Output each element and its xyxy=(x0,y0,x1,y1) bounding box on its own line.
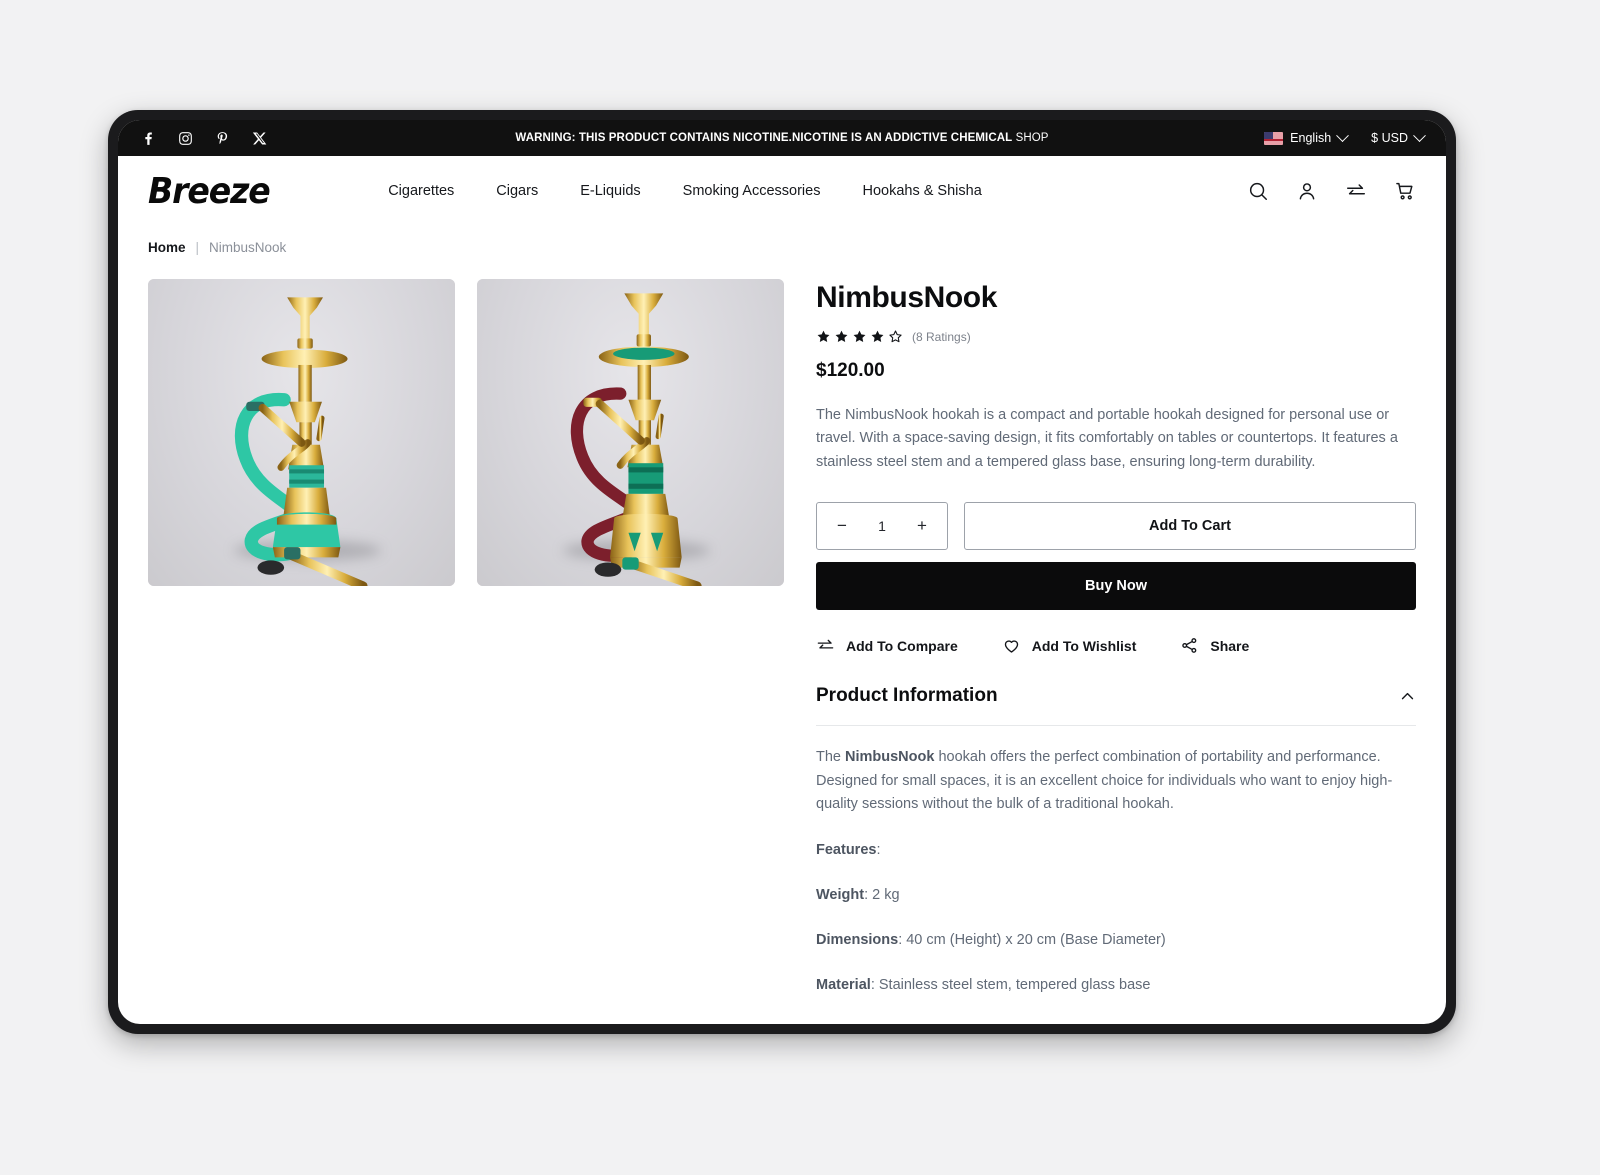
product-layout: NimbusNook (8 Ratings) $120.00 The Nimbu… xyxy=(118,255,1446,998)
site-header: Breeze Cigarettes Cigars E-Liquids Smoki… xyxy=(118,156,1446,226)
cart-icon[interactable] xyxy=(1394,180,1416,202)
add-to-wishlist-label: Add To Wishlist xyxy=(1031,637,1137,654)
product-image-2[interactable] xyxy=(477,279,784,586)
add-to-wishlist-button[interactable]: Add To Wishlist xyxy=(1002,636,1137,655)
rating-row: (8 Ratings) xyxy=(816,329,1416,344)
star-filled-icon xyxy=(852,329,867,344)
product-description: The NimbusNook hookah is a compact and p… xyxy=(816,407,1398,470)
announcement-bar: WARNING: THIS PRODUCT CONTAINS NICOTINE.… xyxy=(118,120,1446,156)
compare-icon xyxy=(816,636,835,655)
chevron-down-icon xyxy=(1413,128,1426,142)
main-nav: Cigarettes Cigars E-Liquids Smoking Acce… xyxy=(388,183,982,199)
spec-weight: Weight: 2 kg xyxy=(816,884,1416,907)
breadcrumb-home[interactable]: Home xyxy=(148,240,186,255)
product-information-accordion: Product Information The NimbusNook hooka… xyxy=(816,685,1416,997)
language-selector[interactable]: English xyxy=(1264,128,1350,145)
buy-now-button[interactable]: Buy Now xyxy=(816,562,1416,611)
spec-dimensions: Dimensions: 40 cm (Height) x 20 cm (Base… xyxy=(816,929,1416,952)
breadcrumb-separator: | xyxy=(195,240,200,255)
add-to-compare-label: Add To Compare xyxy=(846,637,958,654)
star-rating[interactable] xyxy=(816,329,903,344)
secondary-actions: Add To Compare Add To Wishlist Share xyxy=(816,636,1416,655)
facebook-icon[interactable] xyxy=(140,130,157,147)
nicotine-warning-bold: WARNING: THIS PRODUCT CONTAINS NICOTINE.… xyxy=(515,132,1013,144)
heart-icon xyxy=(1002,636,1021,655)
pinterest-icon[interactable] xyxy=(214,130,231,147)
spec-material-value: : Stainless steel stem, tempered glass b… xyxy=(870,977,1151,994)
info-product-name: NimbusNook xyxy=(845,749,935,766)
brand-logo[interactable]: Breeze xyxy=(148,171,271,212)
us-flag-icon xyxy=(1264,131,1284,145)
product-image-1[interactable] xyxy=(148,279,455,586)
accordion-title: Product Information xyxy=(816,685,998,707)
spec-features-value: : xyxy=(876,841,881,858)
hookah-green-illustration xyxy=(148,279,455,586)
compare-icon[interactable] xyxy=(1345,180,1367,202)
x-twitter-icon[interactable] xyxy=(251,130,268,147)
nav-item-hookahs-shisha[interactable]: Hookahs & Shisha xyxy=(862,183,981,199)
header-actions xyxy=(1247,180,1416,202)
breadcrumb-current: NimbusNook xyxy=(209,240,287,255)
quantity-increase-button[interactable]: + xyxy=(913,516,931,536)
add-to-cart-button[interactable]: Add To Cart xyxy=(964,502,1416,551)
share-icon xyxy=(1180,636,1199,655)
tablet-device-frame: WARNING: THIS PRODUCT CONTAINS NICOTINE.… xyxy=(108,110,1456,1034)
star-filled-icon xyxy=(834,329,849,344)
add-to-compare-button[interactable]: Add To Compare xyxy=(816,636,958,655)
locale-controls: English $ USD xyxy=(1264,128,1426,145)
product-gallery xyxy=(148,279,784,998)
spec-features-label: Features xyxy=(816,841,877,858)
page-title: NimbusNook xyxy=(816,281,998,314)
spec-weight-label: Weight xyxy=(816,887,865,904)
currency-label: $ USD xyxy=(1371,131,1408,145)
accordion-body: The NimbusNook hookah offers the perfect… xyxy=(816,725,1416,997)
spec-material: Material: Stainless steel stem, tempered… xyxy=(816,974,1416,997)
quantity-value[interactable]: 1 xyxy=(878,518,886,534)
instagram-icon[interactable] xyxy=(177,130,194,147)
share-button[interactable]: Share xyxy=(1180,636,1249,655)
star-empty-icon xyxy=(888,329,903,344)
search-icon[interactable] xyxy=(1247,180,1269,202)
nav-item-cigars[interactable]: Cigars xyxy=(496,183,538,199)
rating-count: (8 Ratings) xyxy=(912,329,971,344)
chevron-up-icon[interactable] xyxy=(1399,688,1416,705)
hookah-maroon-illustration xyxy=(477,279,784,586)
language-label: English xyxy=(1290,131,1332,145)
product-details: NimbusNook (8 Ratings) $120.00 The Nimbu… xyxy=(816,279,1416,998)
star-filled-icon xyxy=(870,329,885,344)
nicotine-warning: WARNING: THIS PRODUCT CONTAINS NICOTINE.… xyxy=(118,132,1446,144)
currency-selector[interactable]: $ USD xyxy=(1371,128,1426,145)
nicotine-warning-shop: SHOP xyxy=(1012,132,1049,144)
quantity-decrease-button[interactable]: − xyxy=(833,516,851,536)
star-filled-icon xyxy=(816,329,831,344)
quantity-stepper[interactable]: − 1 + xyxy=(816,502,948,551)
share-label: Share xyxy=(1210,637,1250,654)
nav-item-cigarettes[interactable]: Cigarettes xyxy=(388,183,454,199)
spec-weight-value: : 2 kg xyxy=(864,887,900,904)
product-price: $120.00 xyxy=(816,360,885,381)
breadcrumb: Home | NimbusNook xyxy=(118,226,1446,255)
spec-dimensions-label: Dimensions xyxy=(816,932,899,949)
social-links xyxy=(140,130,268,147)
spec-features: Features: xyxy=(816,839,1416,862)
nav-item-e-liquids[interactable]: E-Liquids xyxy=(580,183,640,199)
account-icon[interactable] xyxy=(1296,180,1318,202)
spec-material-label: Material xyxy=(816,977,871,994)
product-information-paragraph: The NimbusNook hookah offers the perfect… xyxy=(816,746,1416,816)
nav-item-smoking-accessories[interactable]: Smoking Accessories xyxy=(683,183,821,199)
purchase-row: − 1 + Add To Cart xyxy=(816,502,1416,551)
browser-viewport: WARNING: THIS PRODUCT CONTAINS NICOTINE.… xyxy=(118,120,1446,1024)
accordion-header[interactable]: Product Information xyxy=(816,685,1416,725)
chevron-down-icon xyxy=(1336,128,1350,142)
info-pre: The xyxy=(816,749,846,766)
spec-dimensions-value: : 40 cm (Height) x 20 cm (Base Diameter) xyxy=(898,932,1166,949)
